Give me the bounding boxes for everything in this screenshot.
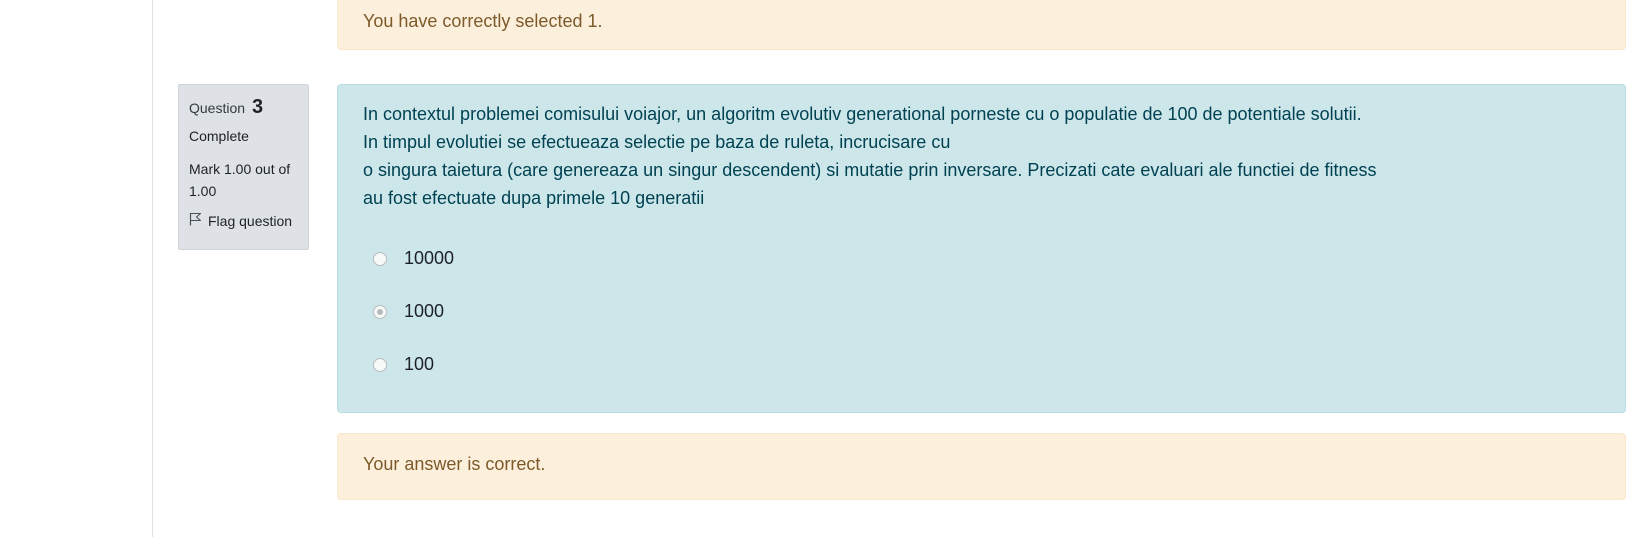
question-text-line: In timpul evolutiei se efectueaza select… — [363, 132, 951, 152]
previous-feedback-text: You have correctly selected 1. — [363, 11, 603, 31]
question-number-line: Question 3 — [189, 95, 298, 120]
radio-button[interactable] — [373, 251, 387, 266]
flag-icon — [189, 212, 202, 229]
question-info: Question 3 Complete Mark 1.00 out of 1.0… — [178, 84, 309, 250]
question-text-line: In contextul problemei comisului voiajor… — [363, 104, 1362, 124]
question-text-line: o singura taietura (care genereaza un si… — [363, 160, 1377, 180]
answer-feedback: Your answer is correct. — [337, 433, 1626, 500]
question-formulation: In contextul problemei comisului voiajor… — [337, 84, 1626, 413]
question-text-line: au fost efectuate dupa primele 10 genera… — [363, 188, 705, 208]
answer-option-10000[interactable]: 10000 — [363, 232, 1600, 285]
answer-options: 10000 1000 100 — [363, 232, 1600, 391]
question-number: 3 — [251, 96, 264, 118]
answer-option-1000[interactable]: 1000 — [363, 285, 1600, 338]
question-text: In contextul problemei comisului voiajor… — [363, 100, 1600, 212]
flag-question-label: Flag question — [208, 212, 293, 229]
question-grade: Mark 1.00 out of 1.00 — [189, 161, 291, 199]
answer-option-100[interactable]: 100 — [363, 338, 1600, 391]
answer-feedback-text: Your answer is correct. — [363, 454, 546, 474]
radio-button-selected[interactable] — [373, 304, 387, 319]
answer-label: 10000 — [404, 248, 455, 268]
flag-question-button[interactable]: Flag question — [189, 212, 298, 229]
answer-label: 100 — [404, 354, 435, 374]
previous-question-feedback: You have correctly selected 1. — [337, 0, 1626, 50]
divider — [152, 0, 153, 537]
question-label: Question — [189, 100, 246, 116]
quiz-review-page: You have correctly selected 1. Question … — [0, 0, 1652, 537]
question-state: Complete — [189, 128, 249, 144]
radio-button[interactable] — [373, 357, 387, 372]
answer-label: 1000 — [404, 301, 445, 321]
